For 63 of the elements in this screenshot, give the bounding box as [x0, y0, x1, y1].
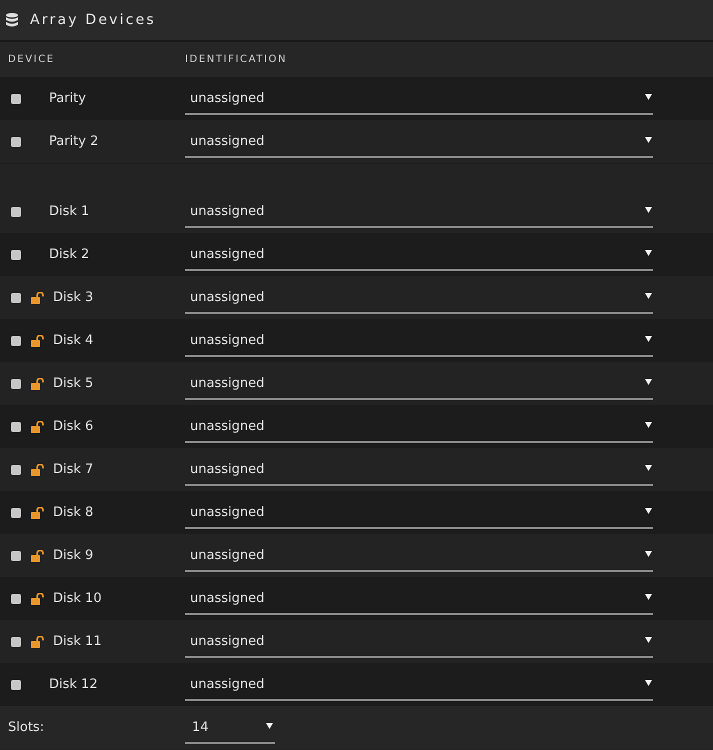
identification-select[interactable]: unassigned	[185, 198, 653, 228]
identification-select[interactable]: unassigned	[185, 128, 653, 158]
caret-icon	[645, 136, 652, 142]
identification-select[interactable]: unassigned	[185, 456, 653, 486]
column-header: DEVICE	[8, 54, 56, 65]
device-name: Disk 4	[53, 333, 94, 348]
caret-icon	[645, 680, 652, 686]
checkbox[interactable]	[11, 464, 21, 474]
slots-label: Slots:	[8, 720, 44, 735]
device-name: Parity	[49, 91, 86, 106]
identification-select[interactable]: unassigned	[185, 326, 653, 356]
caret-icon	[645, 206, 652, 212]
checkbox[interactable]	[11, 508, 21, 518]
checkbox[interactable]	[11, 336, 21, 346]
caret-icon	[645, 464, 652, 470]
caret-icon	[266, 722, 273, 728]
identification-select[interactable]: unassigned	[185, 84, 653, 114]
caret-icon	[645, 508, 652, 514]
device-name: Disk 7	[53, 462, 94, 477]
caret-icon	[645, 292, 652, 298]
identification-select[interactable]: unassigned	[185, 284, 653, 314]
device-name: Disk 9	[53, 548, 94, 563]
checkbox[interactable]	[11, 250, 21, 260]
identification-select[interactable]: unassigned	[185, 542, 653, 572]
device-name: Disk 5	[53, 376, 94, 391]
caret-icon	[645, 378, 652, 384]
identification-select[interactable]: unassigned	[185, 670, 653, 700]
identification-select[interactable]: unassigned	[185, 498, 653, 528]
device-name: Disk 11	[53, 634, 102, 649]
caret-icon	[645, 636, 652, 642]
caret-icon	[645, 594, 652, 600]
checkbox[interactable]	[11, 94, 21, 104]
checkbox[interactable]	[11, 594, 21, 604]
checkbox[interactable]	[11, 680, 21, 690]
device-name: Disk 6	[53, 419, 94, 434]
device-name: Parity 2	[49, 134, 98, 149]
device-name: Disk 10	[53, 591, 102, 606]
checkbox[interactable]	[11, 550, 21, 560]
device-name: Disk 8	[53, 505, 94, 520]
panel-title: Array Devices	[30, 12, 156, 28]
device-name: Disk 3	[53, 290, 94, 305]
caret-icon	[645, 250, 652, 256]
device-name: Disk 1	[49, 204, 90, 219]
device-name: Disk 2	[49, 247, 90, 262]
slots-select[interactable]: 14	[185, 714, 275, 744]
caret-icon	[645, 550, 652, 556]
checkbox[interactable]	[11, 206, 21, 216]
device-name: Disk 12	[49, 677, 98, 692]
caret-icon	[645, 94, 652, 100]
identification-select[interactable]: unassigned	[185, 412, 653, 442]
caret-icon	[645, 336, 652, 342]
checkbox[interactable]	[11, 636, 21, 646]
checkbox[interactable]	[11, 378, 21, 388]
checkbox[interactable]	[11, 422, 21, 432]
column-header: IDENTIFICATION	[185, 54, 288, 65]
database-icon	[6, 13, 18, 27]
checkbox[interactable]	[11, 136, 21, 146]
identification-select[interactable]: unassigned	[185, 584, 653, 614]
identification-select[interactable]: unassigned	[185, 628, 653, 658]
checkbox[interactable]	[11, 292, 21, 302]
identification-select[interactable]: unassigned	[185, 370, 653, 400]
caret-icon	[645, 422, 652, 428]
identification-select[interactable]: unassigned	[185, 240, 653, 270]
